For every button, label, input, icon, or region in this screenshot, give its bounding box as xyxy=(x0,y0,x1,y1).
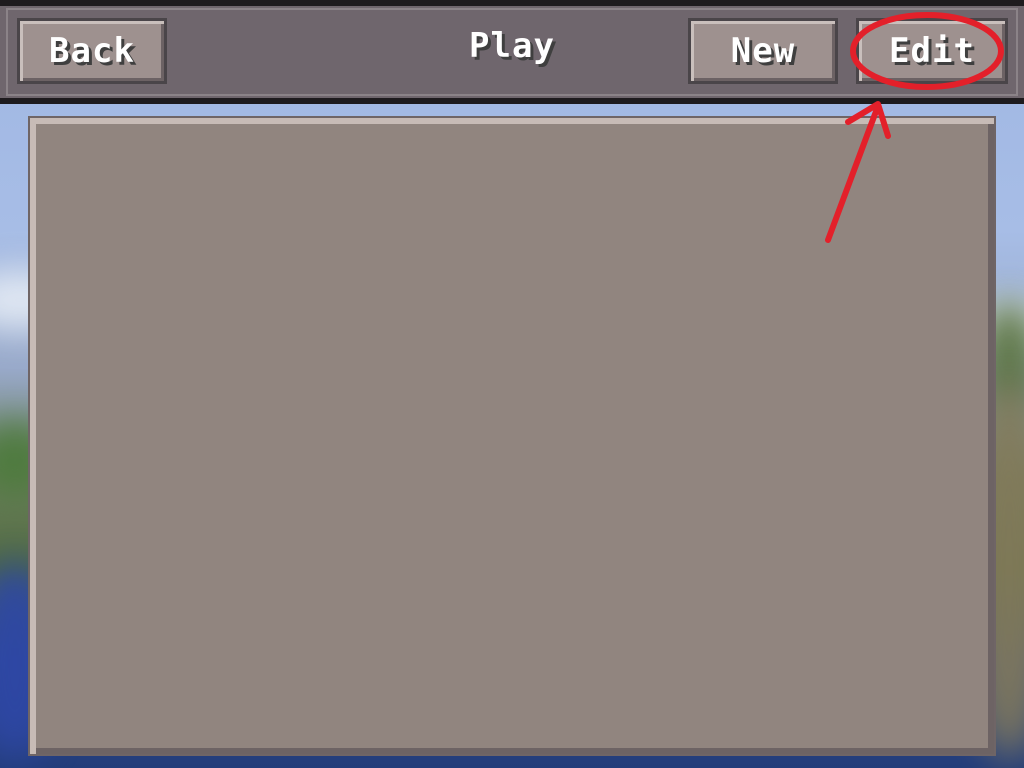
back-button-label: Back xyxy=(49,31,135,71)
back-button[interactable]: Back xyxy=(17,18,167,84)
new-world-button[interactable]: New xyxy=(688,18,838,84)
edit-button[interactable]: Edit xyxy=(856,18,1008,84)
edit-button-label: Edit xyxy=(889,31,975,71)
world-list-panel[interactable] xyxy=(28,116,996,756)
page-title: Play xyxy=(469,26,555,66)
play-screen: Back Play New Edit xyxy=(0,0,1024,768)
new-button-label: New xyxy=(730,31,796,71)
